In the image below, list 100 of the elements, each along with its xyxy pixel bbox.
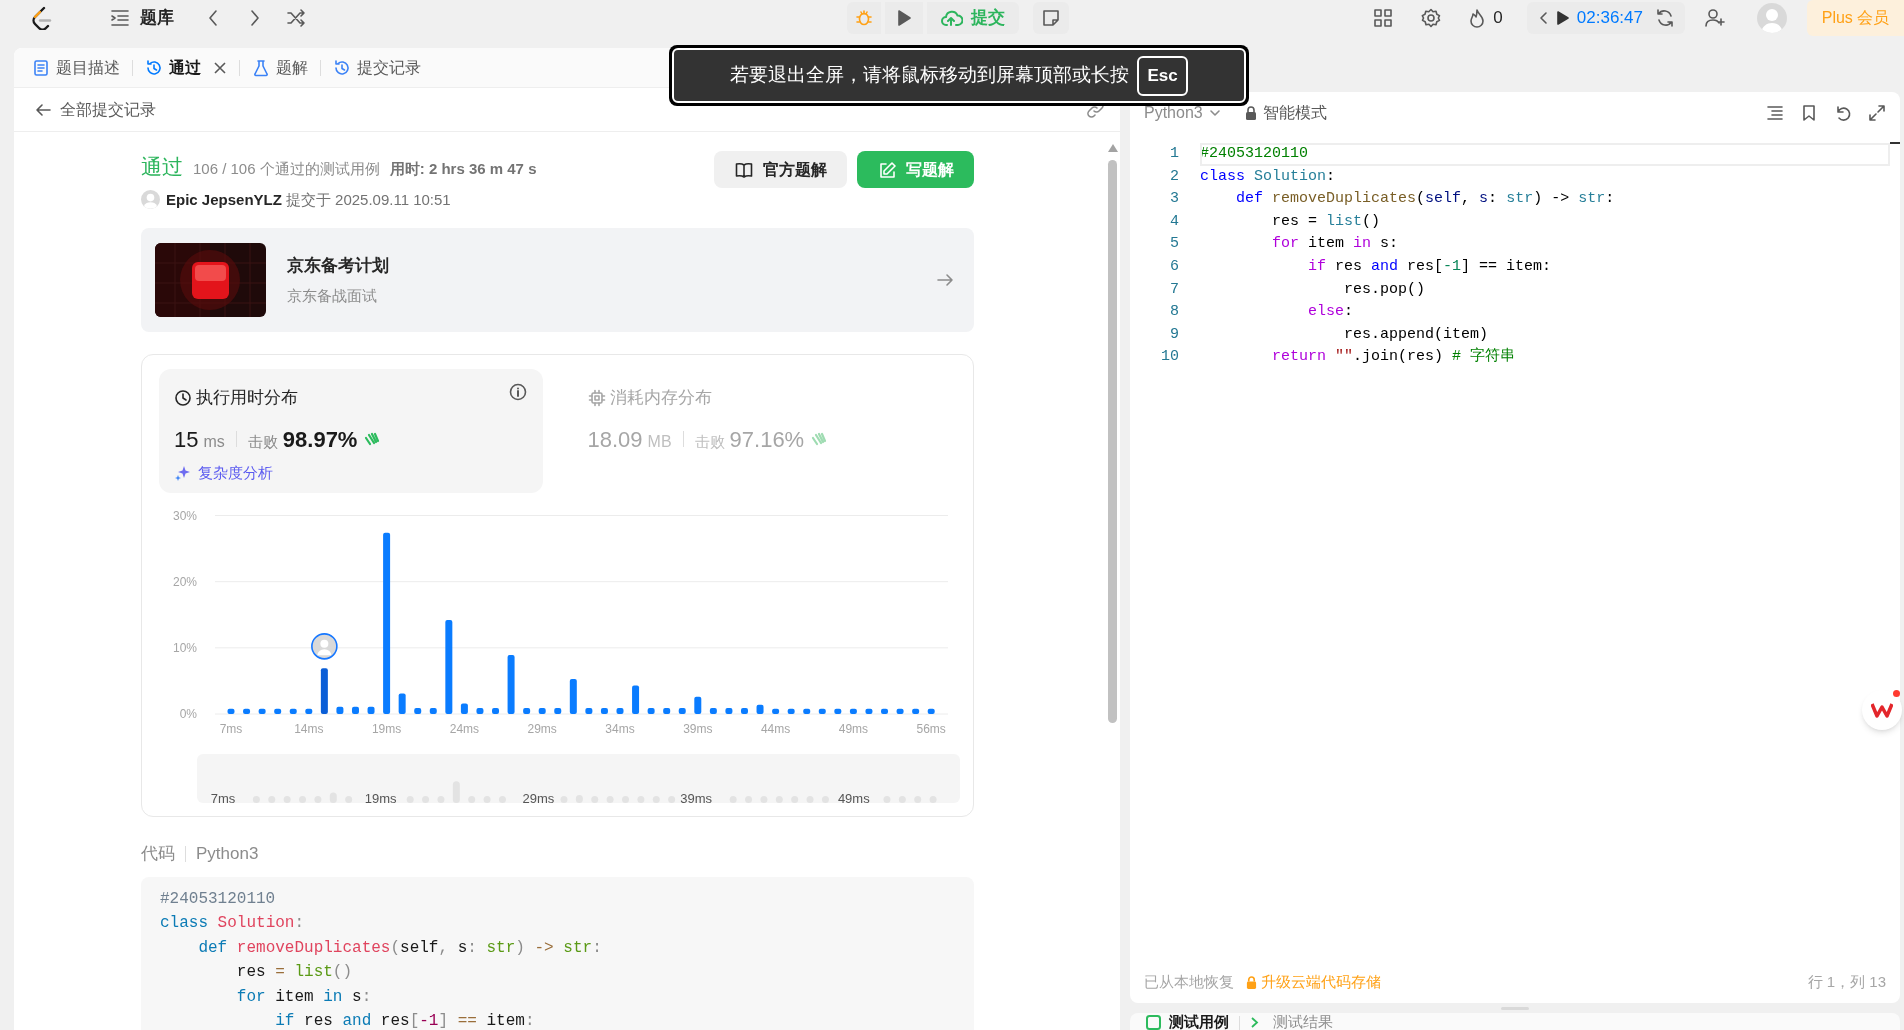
histogram-bar[interactable] <box>258 708 266 714</box>
settings-button[interactable] <box>1421 8 1442 28</box>
histogram-bar[interactable] <box>305 708 313 714</box>
navigator-bar <box>314 796 322 803</box>
histogram-bar[interactable] <box>849 708 857 714</box>
histogram-bar[interactable] <box>460 703 468 714</box>
histogram-bar[interactable] <box>507 655 515 714</box>
navigator-label: 29ms <box>522 791 555 806</box>
histogram-bar[interactable] <box>709 708 717 714</box>
run-button[interactable] <box>885 2 923 34</box>
histogram-bar[interactable] <box>227 708 235 714</box>
histogram-bar[interactable] <box>818 708 826 714</box>
histogram-bar[interactable] <box>927 708 935 714</box>
histogram-bar[interactable] <box>289 708 297 714</box>
status-text: 通过 <box>141 154 183 180</box>
histogram-bar[interactable] <box>756 704 764 714</box>
timer-play-button[interactable] <box>1554 10 1571 26</box>
histogram-bar[interactable] <box>476 708 484 714</box>
panel-tab[interactable]: 通过 <box>137 51 235 84</box>
histogram-bar[interactable] <box>367 706 375 714</box>
refresh-icon <box>1655 8 1675 28</box>
console-tab[interactable]: 测试用例 <box>1146 1013 1229 1030</box>
navigator-bar <box>268 796 276 803</box>
histogram-bar[interactable] <box>647 708 655 714</box>
histogram-bar[interactable] <box>320 668 328 714</box>
smart-mode-toggle[interactable]: 智能模式 <box>1244 101 1327 125</box>
histogram-bar[interactable] <box>600 708 608 714</box>
streak-button[interactable]: 0 <box>1467 5 1503 31</box>
fullscreen-button[interactable] <box>1868 104 1886 122</box>
promo-card[interactable]: 京东备考计划 京东备战面试 <box>141 228 974 332</box>
histogram-bar[interactable] <box>694 696 702 714</box>
navigator-bar <box>560 796 568 803</box>
histogram-bar[interactable] <box>429 708 437 714</box>
x-axis-label: 7ms <box>219 722 243 736</box>
histogram-bar[interactable] <box>398 693 406 714</box>
histogram-bar[interactable] <box>881 708 888 714</box>
scroll-up-icon[interactable] <box>1108 144 1118 152</box>
histogram-bar[interactable] <box>678 708 686 714</box>
add-friend-button[interactable] <box>1705 8 1727 28</box>
reset-button[interactable] <box>1834 104 1852 122</box>
histogram-bar[interactable] <box>274 708 282 714</box>
histogram-bar[interactable] <box>616 708 624 714</box>
complexity-analysis-link[interactable]: 复杂度分析 <box>174 461 528 484</box>
histogram-bar[interactable] <box>585 708 593 714</box>
histogram-bar[interactable] <box>538 708 546 714</box>
layout-button[interactable] <box>1373 8 1394 28</box>
histogram-bar[interactable] <box>445 620 453 714</box>
line-number: 6 <box>1169 256 1179 277</box>
navigator-bar <box>452 781 460 803</box>
histogram-bar[interactable] <box>663 708 671 714</box>
navigator-bar <box>652 796 660 803</box>
panel-tab[interactable]: 题解 <box>244 51 316 84</box>
navigator-bar <box>437 796 445 803</box>
x-axis-label: 34ms <box>605 722 635 736</box>
y-axis-label: 10% <box>172 640 197 655</box>
format-button[interactable] <box>1766 104 1784 122</box>
histogram-bar[interactable] <box>865 708 873 714</box>
code-line: return "".join(res) # 字符串 <box>1271 346 1517 368</box>
back-link[interactable]: 全部提交记录 <box>34 97 156 122</box>
histogram-bar[interactable] <box>741 708 748 714</box>
x-axis-label: 49ms <box>838 722 869 736</box>
histogram-bar[interactable] <box>803 708 811 714</box>
navigator-bar <box>883 796 891 803</box>
panel-tab[interactable]: 提交记录 <box>325 51 429 84</box>
note-button[interactable] <box>1033 2 1069 34</box>
histogram-bar[interactable] <box>492 708 499 714</box>
code-line: def removeDuplicates(self, s: str) -> str: <box>197 937 603 959</box>
histogram-bar[interactable] <box>523 708 531 714</box>
histogram-bar[interactable] <box>243 708 251 714</box>
panel-tab[interactable]: 题目描述 <box>24 51 128 84</box>
histogram-bar[interactable] <box>414 708 422 714</box>
problem-bank-button[interactable]: 题库 <box>110 5 174 31</box>
code-line: if res and res[-1] == item: <box>1307 256 1553 277</box>
histogram-bar[interactable] <box>772 708 780 714</box>
histogram-bar[interactable] <box>554 708 562 714</box>
navigator-label: 39ms <box>680 791 712 806</box>
histogram-bar[interactable] <box>383 532 391 714</box>
histogram-bar[interactable] <box>725 708 733 714</box>
official-solution-button[interactable]: 官方题解 <box>714 151 847 188</box>
close-icon[interactable] <box>213 60 227 75</box>
histogram-bar[interactable] <box>896 708 904 714</box>
histogram-bar[interactable] <box>834 708 842 714</box>
bookmark-button[interactable] <box>1800 104 1818 122</box>
lock-icon <box>1246 975 1257 989</box>
add-user-icon <box>1705 8 1727 28</box>
histogram-bar[interactable] <box>569 678 577 714</box>
histogram-bar[interactable] <box>632 685 640 714</box>
histogram-bar[interactable] <box>336 706 344 714</box>
navigator-bar <box>329 792 337 803</box>
scrollbar[interactable] <box>1108 160 1117 723</box>
navigator-bar <box>745 796 753 803</box>
username[interactable]: Epic JepsenYLZ <box>166 188 282 211</box>
navigator-bar <box>468 796 476 803</box>
reset-timer-button[interactable] <box>1655 8 1675 28</box>
shuffle-button[interactable] <box>286 8 306 28</box>
histogram-bar[interactable] <box>352 706 359 714</box>
histogram-bar[interactable] <box>787 708 795 714</box>
stat-tab[interactable]: 执行用时分布 15 ms 击败 98.97% 复杂度分析 <box>159 369 543 493</box>
timer-text: 02:36:47 <box>1576 7 1643 30</box>
histogram-bar[interactable] <box>912 708 920 714</box>
